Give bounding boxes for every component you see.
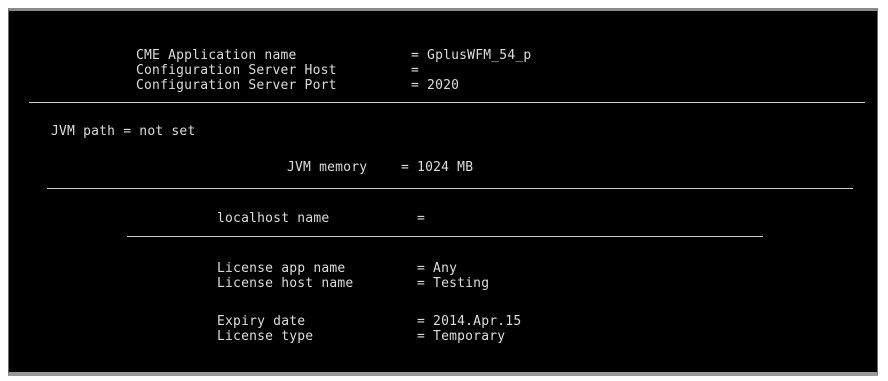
- cme-application-name-label: CME Application name: [136, 48, 297, 63]
- license-type-label: License type: [217, 329, 314, 344]
- license-host-name-value: = Testing: [417, 276, 490, 291]
- license-type-value: = Temporary: [417, 329, 506, 344]
- jvm-memory-label: JVM memory: [287, 160, 368, 175]
- expiry-date-label: Expiry date: [217, 314, 306, 329]
- license-app-name-value: = Any: [417, 261, 458, 276]
- jvm-path-line: JVM path = not set: [51, 124, 196, 139]
- localhost-name-label: localhost name: [217, 211, 330, 226]
- jvm-memory-value: = 1024 MB: [401, 160, 474, 175]
- license-app-name-label: License app name: [217, 261, 346, 276]
- expiry-date-value: = 2014.Apr.15: [417, 314, 522, 329]
- divider-short: [127, 236, 763, 237]
- divider-middle: [47, 188, 853, 189]
- divider-top: [29, 102, 865, 103]
- localhost-name-value: =: [417, 211, 426, 226]
- cme-application-name-value: = GplusWFM_54_p: [411, 48, 532, 63]
- config-server-host-label: Configuration Server Host: [136, 63, 337, 78]
- console-window: CME Application name = GplusWFM_54_p Con…: [8, 8, 878, 376]
- config-server-host-value: =: [411, 63, 420, 78]
- config-server-port-label: Configuration Server Port: [136, 78, 337, 93]
- license-host-name-label: License host name: [217, 276, 354, 291]
- config-server-port-value: = 2020: [411, 78, 460, 93]
